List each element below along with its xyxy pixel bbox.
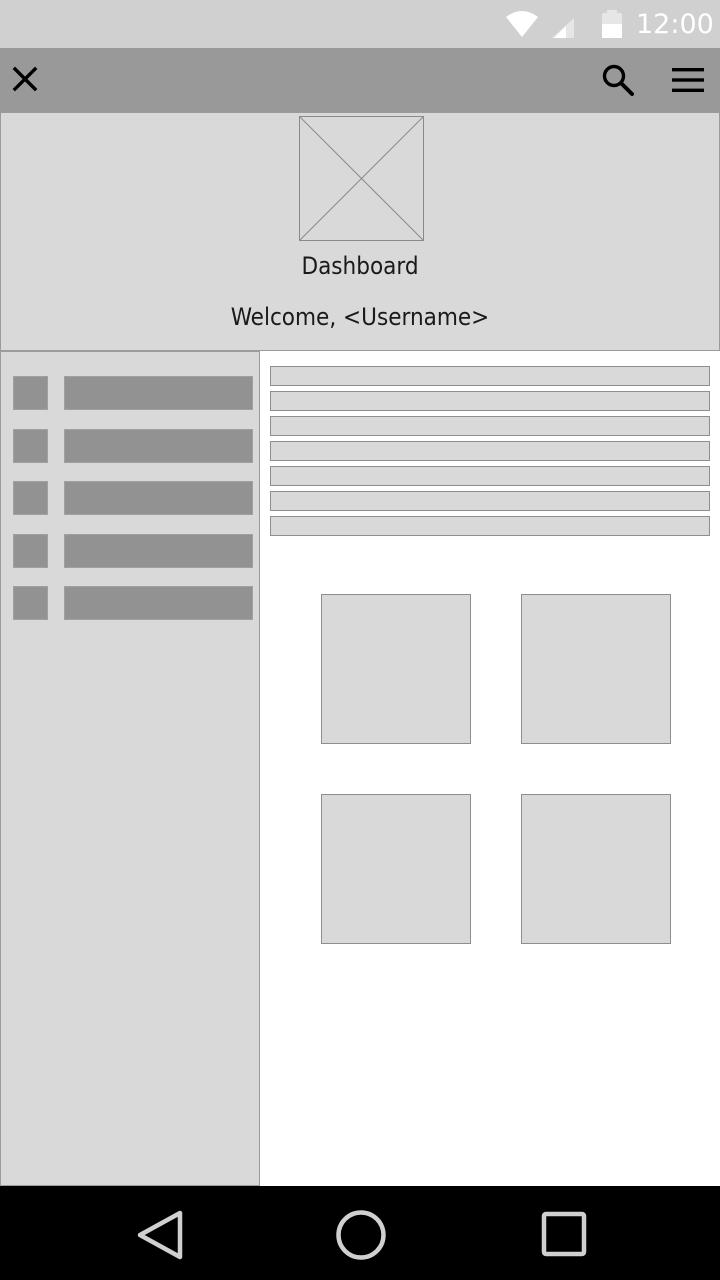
home-button[interactable] (326, 1200, 396, 1270)
dashboard-tile[interactable] (321, 594, 471, 744)
list-row-placeholder[interactable] (270, 416, 710, 436)
welcome-message: Welcome, <Username> (230, 303, 490, 331)
image-placeholder-icon (299, 116, 424, 241)
status-bar: 12:00 (0, 0, 720, 48)
sidebar-item-label-placeholder (64, 429, 253, 463)
close-button[interactable] (0, 48, 64, 112)
back-button[interactable] (127, 1200, 197, 1270)
back-icon (137, 1210, 183, 1260)
list-row-placeholder[interactable] (270, 491, 710, 511)
dashboard-tile[interactable] (521, 794, 671, 944)
sidebar-item-label-placeholder (64, 586, 253, 620)
sidebar-item-icon (13, 429, 48, 463)
system-nav-bar (0, 1186, 720, 1280)
search-icon (602, 64, 634, 96)
sidebar-item-icon (13, 586, 48, 620)
sidebar-item[interactable] (13, 376, 253, 410)
sidebar-item-label-placeholder (64, 534, 253, 568)
list-row-placeholder[interactable] (270, 516, 710, 536)
recents-icon (541, 1211, 587, 1257)
menu-button[interactable] (656, 48, 720, 112)
sidebar-item[interactable] (13, 586, 253, 620)
sidebar-item-label-placeholder (64, 481, 253, 515)
status-time: 12:00 (636, 9, 714, 40)
dashboard-tile[interactable] (521, 594, 671, 744)
dashboard-header: Dashboard Welcome, <Username> (0, 112, 720, 351)
sidebar (0, 351, 260, 1186)
main-content (260, 351, 720, 1186)
sidebar-item-icon (13, 534, 48, 568)
sidebar-item-icon (13, 376, 48, 410)
list-row-placeholder[interactable] (270, 441, 710, 461)
dashboard-tile[interactable] (321, 794, 471, 944)
home-icon (336, 1210, 386, 1260)
toolbar (0, 48, 720, 112)
menu-icon (672, 68, 704, 92)
close-icon (12, 66, 38, 92)
list-row-placeholder[interactable] (270, 466, 710, 486)
page-title: Dashboard (301, 252, 419, 280)
sidebar-item-label-placeholder (64, 376, 253, 410)
recents-button[interactable] (529, 1200, 599, 1270)
search-button[interactable] (586, 48, 650, 112)
list-row-placeholder[interactable] (270, 366, 710, 386)
sidebar-item[interactable] (13, 534, 253, 568)
sidebar-item[interactable] (13, 429, 253, 463)
signal-icon (552, 18, 574, 42)
sidebar-item-icon (13, 481, 48, 515)
list-row-placeholder[interactable] (270, 391, 710, 411)
battery-icon (600, 10, 624, 42)
wifi-icon (506, 11, 538, 41)
sidebar-item[interactable] (13, 481, 253, 515)
